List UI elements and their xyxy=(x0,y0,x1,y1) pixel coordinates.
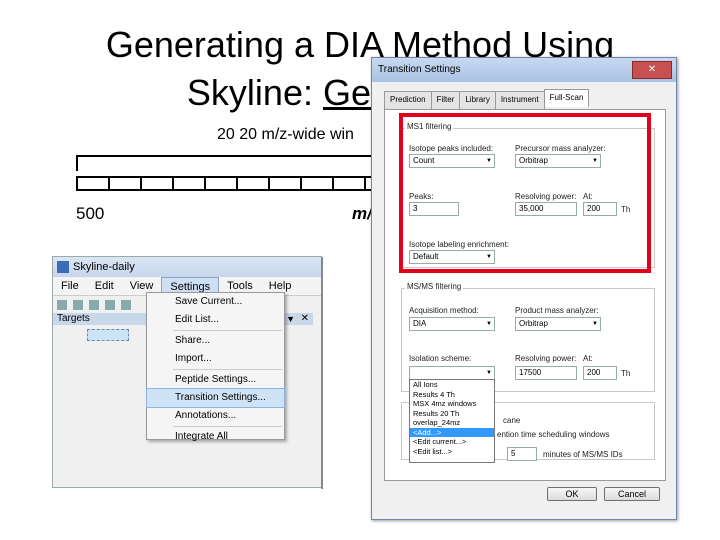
ruler-segment xyxy=(268,176,302,191)
pin-icon[interactable]: ▼ xyxy=(286,313,295,325)
title-prefix: Skyline: xyxy=(186,72,323,113)
target-tree-selection[interactable] xyxy=(87,329,129,341)
msms-resolving-power-label: Resolving power: xyxy=(515,354,577,363)
copy-icon[interactable] xyxy=(121,300,131,310)
menu-separator xyxy=(173,426,282,427)
isolation-scheme-select[interactable] xyxy=(409,366,495,380)
msms-group-label: MS/MS filtering xyxy=(405,282,464,291)
isolation-scheme-label: Isolation scheme: xyxy=(409,354,472,363)
menu-item-import[interactable]: Import... xyxy=(147,350,284,368)
ms1-highlight-box xyxy=(399,113,651,273)
ruler-segment xyxy=(140,176,174,191)
msms-th-unit: Th xyxy=(621,369,631,378)
menu-item-peptide-settings[interactable]: Peptide Settings... xyxy=(147,371,284,389)
menu-item-edit-list[interactable]: Edit List... xyxy=(147,311,284,329)
product-analyzer-label: Product mass analyzer: xyxy=(515,306,599,315)
menu-item-transition-settings[interactable]: Transition Settings... xyxy=(146,388,285,408)
ruler-segment xyxy=(204,176,238,191)
dialog-title: Transition Settings xyxy=(378,64,461,75)
cut-icon[interactable] xyxy=(105,300,115,310)
msms-at-input[interactable]: 200 xyxy=(583,366,617,380)
ruler-segment xyxy=(108,176,142,191)
tab-prediction[interactable]: Prediction xyxy=(384,91,432,109)
ruler-segment xyxy=(300,176,334,191)
isolation-option[interactable]: overlap_24mz xyxy=(410,418,494,428)
ruler-segment xyxy=(76,176,110,191)
settings-dropdown-menu: Save Current... Edit List... Share... Im… xyxy=(146,292,285,442)
isolation-option[interactable]: All Ions xyxy=(410,380,494,390)
menu-separator xyxy=(173,369,282,370)
dialog-tabs: Prediction Filter Library Instrument Ful… xyxy=(384,89,590,109)
ruler-axis-label: m/ xyxy=(352,204,372,223)
retention-line-1: cane xyxy=(503,416,521,425)
tab-filter[interactable]: Filter xyxy=(430,91,461,109)
tab-instrument[interactable]: Instrument xyxy=(494,91,545,109)
isolation-option[interactable]: Results 4 Th xyxy=(410,390,494,400)
skyline-titlebar: Skyline-daily xyxy=(53,257,321,277)
dialog-titlebar: Transition Settings ✕ xyxy=(372,58,676,82)
dialog-close-button[interactable]: ✕ xyxy=(632,61,672,79)
menu-item-integrate-all[interactable]: Integrate All xyxy=(147,428,284,446)
window-border xyxy=(321,257,323,489)
save-icon[interactable] xyxy=(89,300,99,310)
mz-window-note: 20 20 m/z-wide win xyxy=(217,126,354,143)
ruler-segment xyxy=(172,176,206,191)
acquisition-method-select[interactable]: DIA xyxy=(409,317,495,331)
product-analyzer-select[interactable]: Orbitrap xyxy=(515,317,601,331)
tab-library[interactable]: Library xyxy=(459,91,496,109)
menu-file[interactable]: File xyxy=(53,277,87,295)
menu-edit[interactable]: Edit xyxy=(87,277,122,295)
new-file-icon[interactable] xyxy=(57,300,67,310)
isolation-option[interactable]: Results 20 Th xyxy=(410,409,494,419)
retention-line-2: ention time scheduling windows xyxy=(497,430,610,439)
ok-button[interactable]: OK xyxy=(547,487,597,501)
isolation-option[interactable]: MSX 4mz windows xyxy=(410,399,494,409)
cancel-button[interactable]: Cancel xyxy=(604,487,660,501)
skyline-title: Skyline-daily xyxy=(73,261,135,273)
msms-at-label: At: xyxy=(583,354,593,363)
isolation-option[interactable]: <Edit current...> xyxy=(410,437,494,447)
menu-item-save-current[interactable]: Save Current... xyxy=(147,293,284,311)
retention-window-input[interactable]: 5 xyxy=(507,447,537,461)
close-icon[interactable]: ✕ xyxy=(301,313,309,325)
open-folder-icon[interactable] xyxy=(73,300,83,310)
targets-label: Targets xyxy=(57,313,90,324)
skyline-app-icon xyxy=(57,261,69,273)
isolation-option[interactable]: <Edit list...> xyxy=(410,447,494,457)
mz-ruler xyxy=(76,176,398,191)
ruler-segment xyxy=(236,176,270,191)
tab-full-scan[interactable]: Full-Scan xyxy=(543,89,590,107)
ruler-start-label: 500 xyxy=(76,204,105,223)
isolation-option-add[interactable]: <Add...> xyxy=(410,427,494,437)
msms-resolving-power-input[interactable]: 17500 xyxy=(515,366,577,380)
window-bracket xyxy=(76,155,378,171)
menu-item-annotations[interactable]: Annotations... xyxy=(147,407,284,425)
menu-separator xyxy=(173,330,282,331)
isolation-scheme-options: All Ions Results 4 Th MSX 4mz windows Re… xyxy=(409,379,495,463)
menu-item-share[interactable]: Share... xyxy=(147,332,284,350)
ruler-segment xyxy=(332,176,366,191)
retention-minutes-label: minutes of MS/MS IDs xyxy=(543,450,623,459)
acquisition-method-label: Acquisition method: xyxy=(409,306,479,315)
